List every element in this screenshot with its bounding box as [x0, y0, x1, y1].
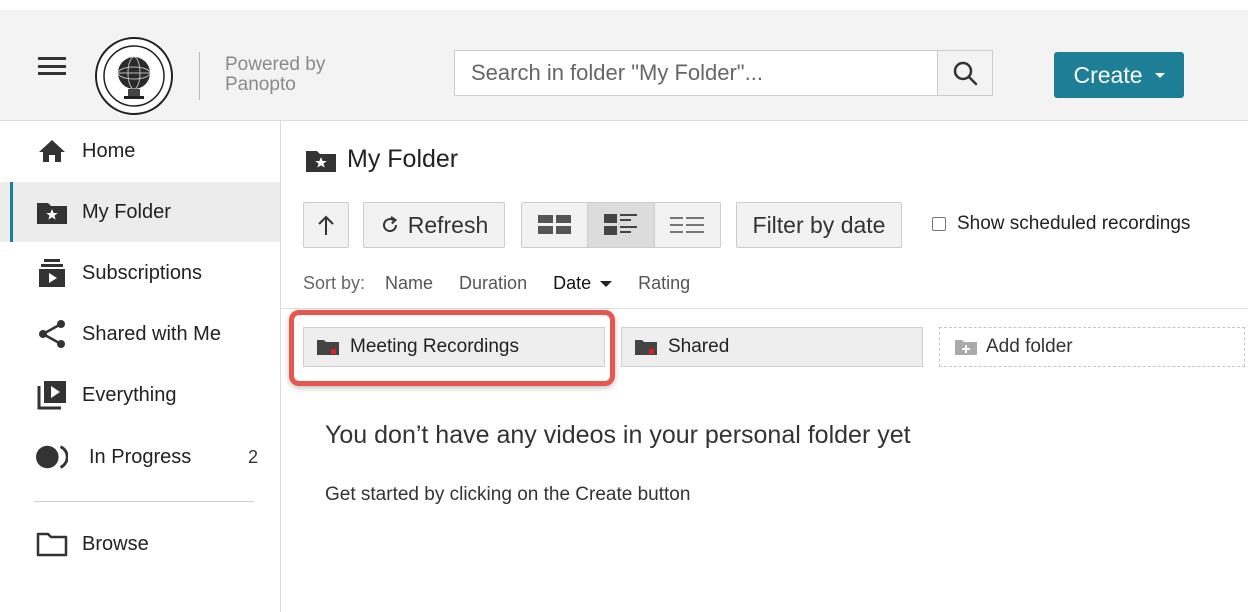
sidebar-item-in-progress[interactable]: In Progress 2	[0, 427, 280, 487]
sort-divider	[281, 308, 1248, 309]
add-folder-button[interactable]: Add folder	[939, 327, 1245, 367]
create-button[interactable]: Create	[1054, 52, 1184, 98]
add-folder-icon	[955, 340, 977, 355]
sidebar-item-label: In Progress	[89, 445, 192, 468]
view-toggle-group	[521, 202, 721, 248]
sidebar-item-label: Shared with Me	[82, 322, 221, 345]
sidebar-item-label: Everything	[82, 383, 177, 406]
sidebar-item-label: Browse	[82, 532, 149, 555]
folder-shared[interactable]: Shared	[621, 327, 923, 367]
arrow-up-icon	[318, 215, 334, 235]
sidebar-item-everything[interactable]: Everything	[0, 365, 280, 425]
sidebar-divider	[34, 501, 254, 502]
sidebar-item-browse[interactable]: Browse	[0, 514, 280, 574]
folder-meeting-recordings[interactable]: Meeting Recordings	[303, 327, 605, 367]
grid-view-button[interactable]	[522, 203, 588, 247]
add-folder-label: Add folder	[986, 336, 1073, 357]
sort-name-button[interactable]: Name	[385, 273, 433, 294]
sort-date-button[interactable]: Date	[553, 273, 613, 294]
caret-down-icon	[1154, 72, 1165, 78]
create-button-label: Create	[1073, 61, 1143, 88]
search-box	[454, 50, 938, 96]
sidebar-item-my-folder[interactable]: My Folder	[0, 182, 280, 242]
folder-star-icon	[36, 196, 68, 228]
filter-by-date-label: Filter by date	[752, 211, 886, 238]
sort-rating-button[interactable]: Rating	[638, 273, 690, 294]
search-button[interactable]	[937, 50, 993, 96]
sidebar-item-shared-with-me[interactable]: Shared with Me	[0, 304, 280, 364]
sort-duration-button[interactable]: Duration	[459, 273, 527, 294]
subscriptions-icon	[36, 257, 68, 289]
share-icon	[36, 318, 68, 350]
in-progress-icon	[36, 441, 68, 473]
show-scheduled-checkbox[interactable]	[932, 217, 946, 231]
panopto-label: Panopto	[225, 74, 296, 95]
sort-by-label: Sort by:	[303, 273, 366, 293]
hamburger-menu-icon[interactable]	[38, 57, 66, 75]
sidebar-item-label: Home	[82, 139, 136, 162]
grid-view-icon	[537, 215, 571, 234]
sidebar-item-label: My Folder	[82, 200, 171, 223]
sidebar-item-label: Subscriptions	[82, 261, 203, 284]
folder-label: Meeting Recordings	[350, 336, 519, 357]
home-icon	[36, 135, 68, 167]
in-progress-count: 2	[248, 446, 259, 467]
list-view-icon	[670, 217, 705, 233]
caret-down-icon	[600, 280, 613, 287]
page-title: My Folder	[305, 145, 458, 174]
page-title-text: My Folder	[347, 145, 459, 173]
empty-state-title: You don’t have any videos in your person…	[325, 421, 911, 449]
refresh-label: Refresh	[407, 211, 489, 238]
show-scheduled-label[interactable]: Show scheduled recordings	[957, 213, 1190, 235]
folder-outline-icon	[36, 528, 68, 560]
sort-bar: Sort by: Name Duration Date Rating	[303, 273, 690, 294]
empty-state-subtitle: Get started by clicking on the Create bu…	[325, 484, 691, 505]
folder-label: Shared	[668, 336, 730, 357]
refresh-button[interactable]: Refresh	[363, 202, 505, 248]
refresh-icon	[382, 216, 397, 233]
list-view-button[interactable]	[653, 203, 720, 247]
detail-view-icon	[603, 214, 637, 235]
search-icon	[953, 61, 978, 86]
sidebar-item-home[interactable]: Home	[0, 121, 280, 181]
search-input[interactable]	[455, 51, 937, 95]
university-seal-icon[interactable]	[94, 36, 174, 116]
sort-date-label: Date	[553, 273, 592, 293]
top-bar: Powered by Panopto Create	[0, 10, 1248, 121]
filter-by-date-button[interactable]: Filter by date	[736, 202, 902, 248]
folder-icon	[635, 340, 657, 355]
folder-star-icon	[306, 150, 336, 172]
parent-folder-button[interactable]	[303, 202, 349, 248]
powered-by-label: Powered by	[225, 54, 326, 75]
main-content: My Folder Refresh Filter by date Show sc…	[281, 121, 1248, 612]
sidebar: Home My Folder Subscriptions Shared with…	[0, 121, 281, 612]
sidebar-item-subscriptions[interactable]: Subscriptions	[0, 243, 280, 303]
powered-by-text: Powered by Panopto	[225, 55, 325, 95]
folder-icon	[317, 340, 339, 355]
video-library-icon	[36, 379, 68, 411]
detail-view-button[interactable]	[587, 203, 654, 247]
header-divider	[199, 52, 200, 100]
